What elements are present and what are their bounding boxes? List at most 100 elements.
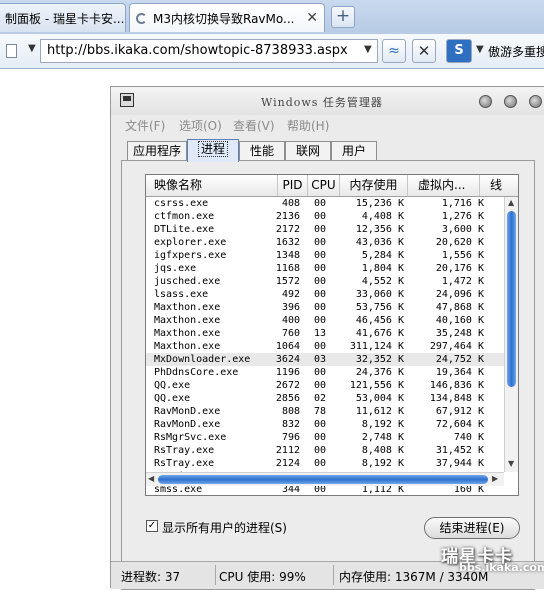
menu-options[interactable]: 选项(O) [179,117,222,134]
column-cpu[interactable]: CPU [308,175,340,196]
process-list[interactable]: 映像名称 PID CPU 内存使用 虚拟内... 线 csrss.exe 408 0… [145,174,519,496]
column-threads[interactable]: 线 [480,175,504,196]
tab-applications[interactable]: 应用程序 [127,141,187,161]
table-row[interactable]: RsTray.exe 2124 00 8,192 K 37,944 K [146,457,504,470]
search-engine-dropdown-icon[interactable]: ▼ [476,44,484,55]
process-virtual-memory-cell: 47,868 K [435,302,484,313]
process-name-cell: DTLite.exe [154,224,215,235]
process-memory-cell: 121,556 K [349,380,404,391]
vertical-scrollbar[interactable]: ▲ ▼ [504,197,518,472]
scroll-down-icon[interactable]: ▼ [508,459,514,468]
chevron-down-icon[interactable]: ▼ [28,43,36,54]
stop-button[interactable]: ✕ [412,39,436,63]
close-button[interactable] [529,95,542,108]
watermark-url: bbs.ikaka.com [459,561,544,574]
address-dropdown-icon[interactable]: ▼ [364,44,372,55]
tab-users[interactable]: 用户 [331,141,377,161]
table-row[interactable]: PhDdnsCore.exe 1196 00 24,376 K 19,364 K [146,366,504,379]
process-virtual-memory-cell: 1,556 K [441,250,484,261]
process-name-cell: RavMonD.exe [154,406,221,417]
tab-strip: 应用程序 进程 性能 联网 用户 [111,139,544,162]
show-all-users-label[interactable]: 显示所有用户的进程(S) [162,519,287,536]
table-row[interactable]: Maxthon.exe 760 13 41,676 K 35,248 K [146,327,504,340]
scroll-up-icon[interactable]: ▲ [508,198,514,207]
table-row[interactable]: ctfmon.exe 2136 00 4,408 K 1,276 K [146,210,504,223]
process-pid-cell: 1168 [275,263,300,274]
tab-networking[interactable]: 联网 [285,141,331,161]
table-row[interactable]: MxDownloader.exe 3624 03 32,352 K 24,752 K [146,353,504,366]
table-row[interactable]: QQ.exe 2856 02 53,004 K 134,848 K [146,392,504,405]
process-cpu-cell: 00 [314,315,327,326]
process-memory-cell: 8,192 K [361,458,404,469]
process-name-cell: RsMgrSvc.exe [154,432,227,443]
table-row[interactable]: igfxpers.exe 1348 00 5,284 K 1,556 K [146,249,504,262]
process-cpu-cell: 00 [314,198,327,209]
tab-performance[interactable]: 性能 [239,141,285,161]
table-row[interactable]: DTLite.exe 2172 00 12,356 K 3,600 K [146,223,504,236]
menu-view[interactable]: 查看(V) [233,117,275,134]
process-virtual-memory-cell: 67,912 K [435,406,484,417]
minimize-button[interactable] [479,95,492,108]
column-virtual-memory[interactable]: 虚拟内... [408,175,480,196]
menu-help[interactable]: 帮助(H) [287,117,329,134]
status-process-count: 进程数: 37 [121,570,181,584]
process-cpu-cell: 00 [314,302,327,313]
process-memory-cell: 8,192 K [361,419,404,430]
compatibility-mode-icon[interactable]: ≈ [382,39,406,63]
end-process-button[interactable]: 结束进程(E) [424,517,520,539]
process-pid-cell: 3624 [275,354,300,365]
table-row[interactable]: explorer.exe 1632 00 43,036 K 20,620 K [146,236,504,249]
process-memory-cell: 311,124 K [349,341,404,352]
process-list-header: 映像名称 PID CPU 内存使用 虚拟内... 线 [146,175,518,197]
process-cpu-cell: 00 [314,224,327,235]
search-engine-icon[interactable]: S [446,39,472,63]
process-memory-cell: 12,356 K [355,224,404,235]
process-cpu-cell: 00 [314,367,327,378]
scroll-right-icon[interactable]: ▶ [492,474,498,483]
show-all-users-checkbox[interactable]: ✓ [146,520,158,532]
table-row[interactable]: Maxthon.exe 400 00 46,456 K 40,160 K [146,314,504,327]
table-row[interactable]: RavMonD.exe 808 78 11,612 K 67,912 K [146,405,504,418]
process-virtual-memory-cell: 3,600 K [441,224,484,235]
maximize-button[interactable] [504,95,517,108]
address-bar-input[interactable]: http://bbs.ikaka.com/showtopic-8738933.a… [40,39,378,63]
column-pid[interactable]: PID [278,175,308,196]
horizontal-scrollbar[interactable]: ◀ ▶ [146,472,504,486]
window-title: Windows 任务管理器 [261,96,383,109]
close-tab-icon[interactable]: ✕ [306,10,318,26]
table-row[interactable]: Maxthon.exe 1064 00 311,124 K 297,464 K [146,340,504,353]
menu-file[interactable]: 文件(F) [125,117,165,134]
new-tab-button[interactable]: + [331,6,355,28]
table-row[interactable]: RsMgrSvc.exe 796 00 2,748 K 740 K [146,431,504,444]
process-memory-cell: 11,612 K [355,406,404,417]
scroll-left-icon[interactable]: ◀ [148,474,154,483]
process-cpu-cell: 13 [314,328,327,339]
title-bar[interactable]: Windows 任务管理器 [111,87,544,115]
process-virtual-memory-cell: 31,452 K [435,445,484,456]
process-virtual-memory-cell: 20,620 K [435,237,484,248]
process-cpu-cell: 00 [314,432,327,443]
process-pid-cell: 492 [281,289,300,300]
table-row[interactable]: lsass.exe 492 00 33,060 K 24,096 K [146,288,504,301]
process-cpu-cell: 00 [314,276,327,287]
vertical-scroll-thumb[interactable] [507,211,516,387]
table-row[interactable]: csrss.exe 408 00 15,236 K 1,716 K [146,197,504,210]
table-row[interactable]: RavMonD.exe 832 00 8,192 K 72,604 K [146,418,504,431]
search-input[interactable]: 傲游多重搜 [488,43,544,60]
table-row[interactable]: Maxthon.exe 396 00 53,756 K 47,868 K [146,301,504,314]
horizontal-scroll-thumb[interactable] [158,475,488,484]
process-virtual-memory-cell: 1,472 K [441,276,484,287]
browser-tab-label: M3内核切换导致RavMo... [153,11,295,26]
browser-tab-control-panel[interactable]: 制面板 - 瑞星卡卡安... [0,3,126,32]
table-row[interactable]: QQ.exe 2672 00 121,556 K 146,836 K [146,379,504,392]
table-row[interactable]: RsTray.exe 2112 00 8,408 K 31,452 K [146,444,504,457]
tab-processes[interactable]: 进程 [187,139,239,162]
table-row[interactable]: jqs.exe 1168 00 1,804 K 20,176 K [146,262,504,275]
process-cpu-cell: 00 [314,341,327,352]
browser-tab-active[interactable]: M3内核切换导致RavMo... ✕ [129,3,325,32]
column-memory[interactable]: 内存使用 [340,175,408,196]
process-name-cell: Maxthon.exe [154,328,221,339]
column-image-name[interactable]: 映像名称 [146,175,278,196]
table-row[interactable]: jusched.exe 1572 00 4,552 K 1,472 K [146,275,504,288]
process-cpu-cell: 00 [314,445,327,456]
